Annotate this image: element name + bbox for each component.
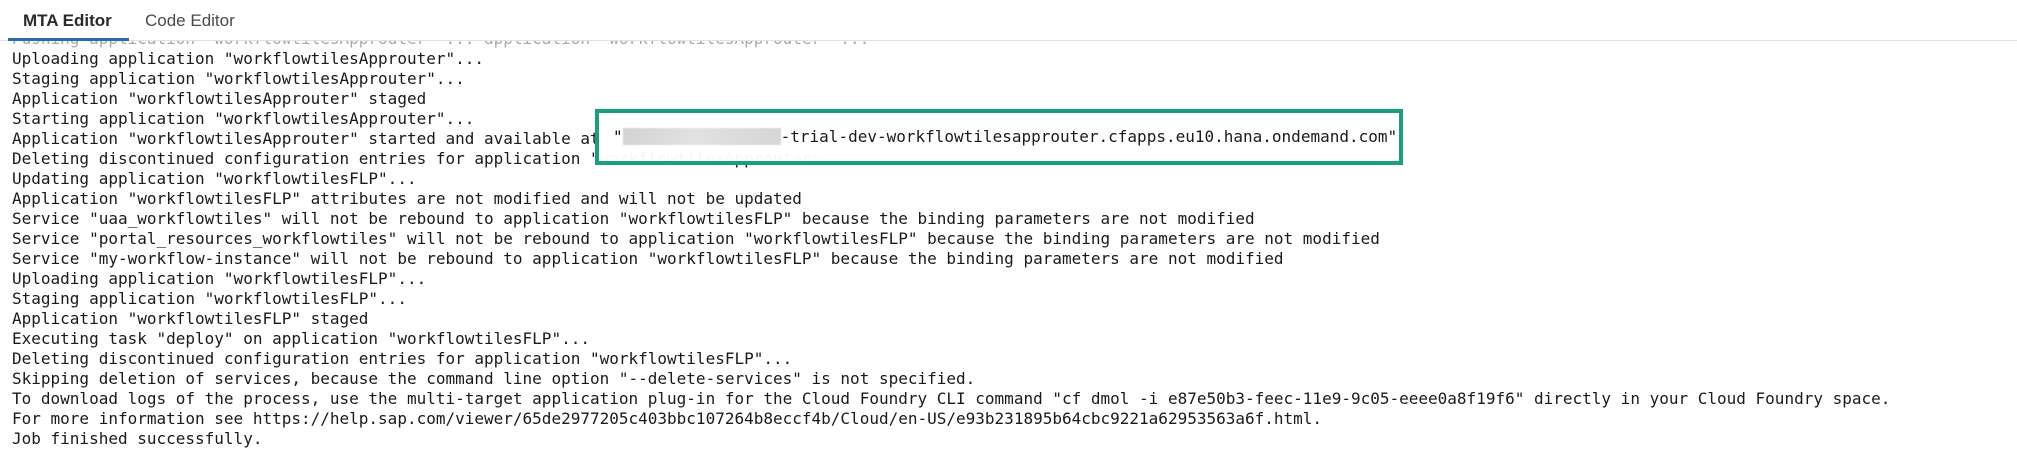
deployment-log-console[interactable]: Pushing application "workflowtilesApprou… [0,41,2017,462]
redacted-subdomain [622,128,781,145]
clipped-log-line: Pushing application "workflowtilesApprou… [12,41,869,49]
log-line: Application "workflowtilesFLP" attribute… [12,189,802,208]
log-line: Service "my-workflow-instance" will not … [12,249,1284,268]
app-url: " -trial-dev-workflowtilesapprouter.cfapp… [613,127,1397,147]
log-line: Staging application "workflowtilesApprou… [12,69,465,88]
url-quote: " [613,127,623,146]
log-line: Application "workflowtilesApprouter" sta… [12,89,427,108]
app-url-highlight-box: " -trial-dev-workflowtilesapprouter.cfapp… [595,109,1403,165]
log-line: For more information see https://help.sa… [12,409,1323,428]
log-line: Service "portal_resources_workflowtiles"… [12,229,1380,248]
log-line: To download logs of the process, use the… [12,389,1891,408]
console-bottom-edge [0,456,2017,462]
log-line: Application "workflowtilesFLP" staged [12,309,369,328]
log-line: Uploading application "workflowtilesAppr… [12,49,485,68]
tab-code-editor[interactable]: Code Editor [143,0,237,41]
log-line: Service "uaa_workflowtiles" will not be … [12,209,1255,228]
tab-mta-editor[interactable]: MTA Editor [8,0,129,41]
log-line: Staging application "workflowtilesFLP"..… [12,289,407,308]
log-line: Uploading application "workflowtilesFLP"… [12,269,427,288]
log-line: Job finished successfully. [12,429,263,448]
editor-tab-bar: MTA Editor Code Editor [0,0,2017,41]
mta-editor-window: MTA Editor Code Editor Pushing applicati… [0,0,2017,462]
log-line: Deleting discontinued configuration entr… [12,349,793,368]
log-line: Skipping deletion of services, because t… [12,369,976,388]
log-line: Updating application "workflowtilesFLP".… [12,169,417,188]
url-suffix: -trial-dev-workflowtilesapprouter.cfapps… [780,127,1398,146]
log-line: Executing task "deploy" on application "… [12,329,590,348]
